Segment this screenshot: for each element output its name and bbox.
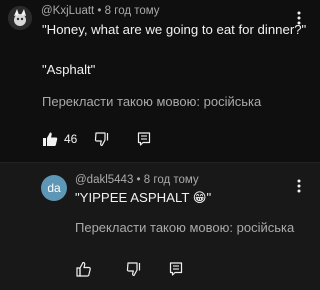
- thumbs-up-icon: [43, 132, 58, 146]
- avatar-image: [8, 6, 32, 30]
- reply-icon: [169, 262, 183, 276]
- more-vertical-icon[interactable]: [291, 176, 307, 196]
- thumbs-down-icon: [94, 132, 109, 147]
- comment-meta: @KxjLuatt • 8 год тому: [41, 5, 160, 17]
- reply-button[interactable]: [136, 131, 152, 147]
- reply-button[interactable]: [168, 261, 184, 277]
- comment-meta: @dakl5443 • 8 год тому: [75, 174, 199, 186]
- like-button[interactable]: [75, 261, 91, 277]
- like-button[interactable]: 46: [42, 131, 77, 147]
- comment-author[interactable]: @dakl5443: [75, 174, 133, 186]
- more-vertical-icon[interactable]: [291, 8, 307, 28]
- avatar[interactable]: da: [41, 175, 67, 201]
- dislike-button[interactable]: [126, 261, 142, 277]
- reply-icon: [137, 132, 151, 146]
- comment-text: "YIPPEE ASPHALT 😁": [75, 190, 212, 205]
- comment-text-line-1: "Honey, what are we going to eat for din…: [42, 22, 307, 37]
- thumbs-down-icon: [126, 262, 141, 277]
- meta-separator: •: [94, 5, 105, 17]
- avatar-initials: da: [47, 181, 61, 195]
- avatar[interactable]: [8, 6, 32, 30]
- thumbs-up-icon: [76, 261, 91, 277]
- translate-link[interactable]: Перекласти такою мовою: російська: [42, 94, 261, 109]
- comment-author[interactable]: @KxjLuatt: [41, 5, 94, 17]
- like-count: 46: [64, 132, 78, 146]
- dislike-button[interactable]: [94, 131, 110, 147]
- comment-text-line-2: "Asphalt": [42, 62, 96, 77]
- comment-time[interactable]: 8 год тому: [105, 5, 160, 17]
- meta-separator: •: [133, 174, 144, 186]
- translate-link[interactable]: Перекласти такою мовою: російська: [75, 220, 294, 235]
- comment-1: @KxjLuatt • 8 год тому "Honey, what are …: [0, 0, 320, 162]
- comment-time[interactable]: 8 год тому: [144, 174, 199, 186]
